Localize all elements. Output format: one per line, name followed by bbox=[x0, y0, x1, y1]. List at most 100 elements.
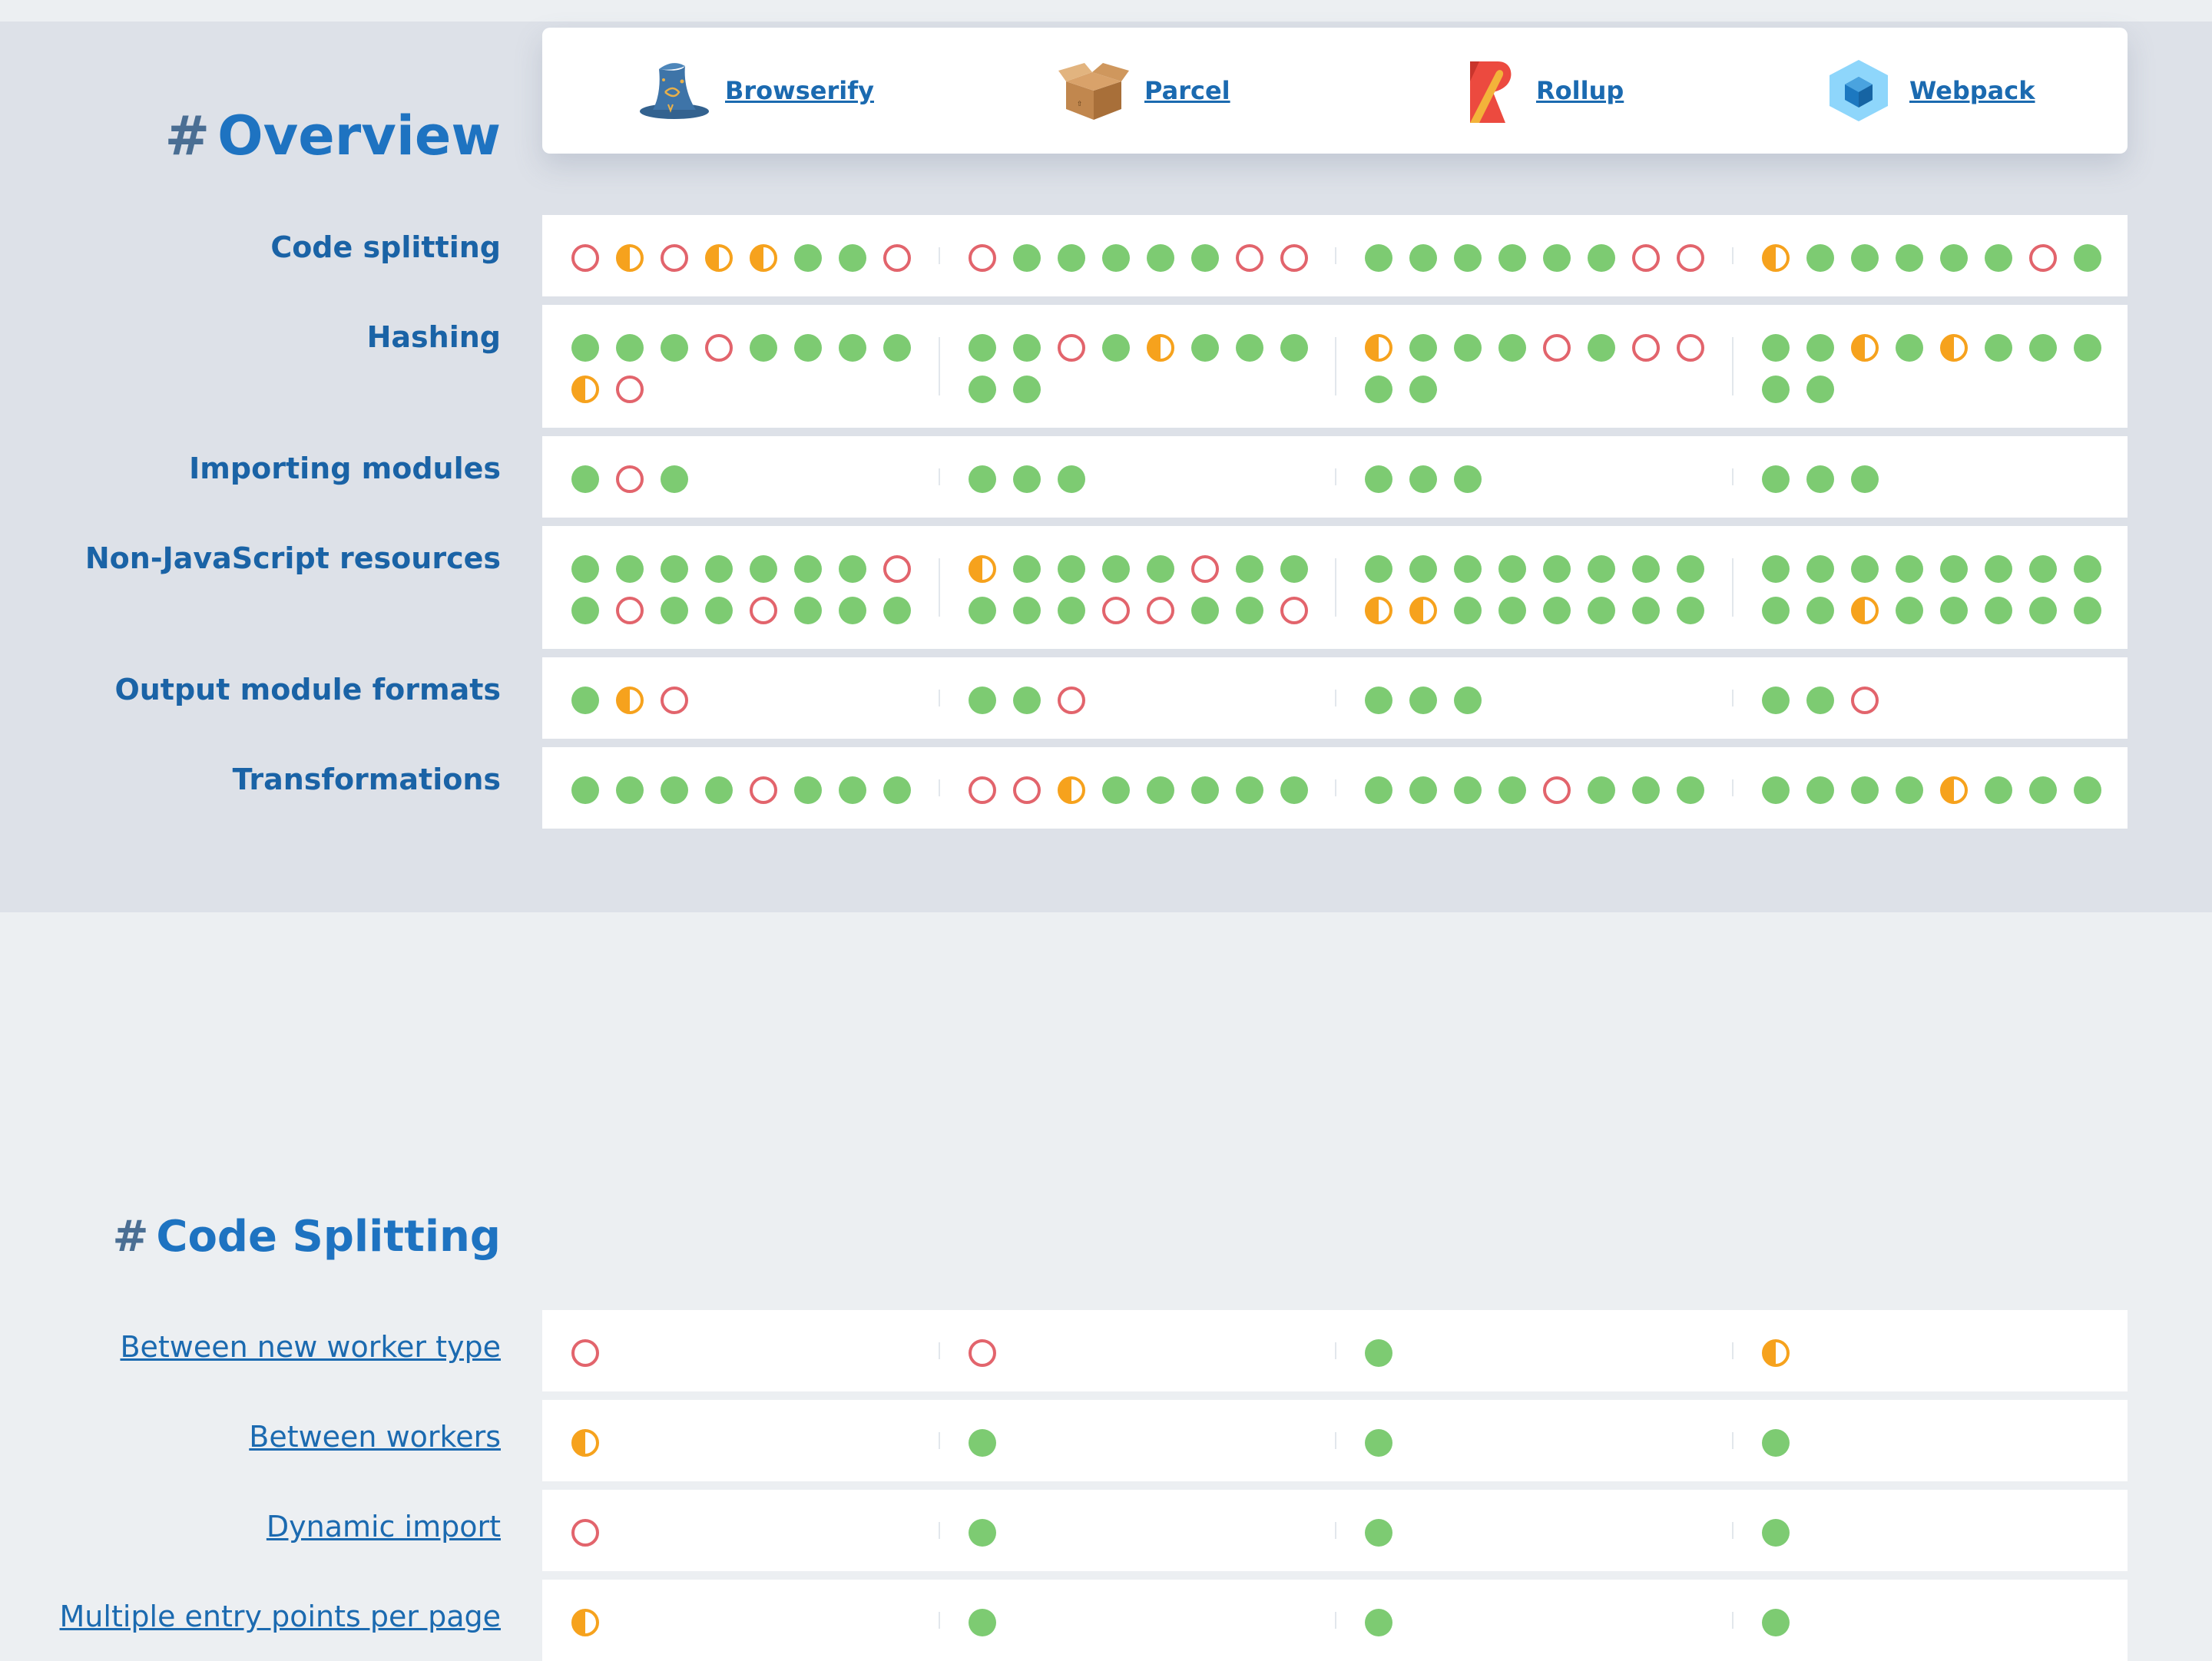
support-full-icon[interactable] bbox=[1677, 555, 1704, 583]
support-full-icon[interactable] bbox=[1409, 555, 1437, 583]
support-full-icon[interactable] bbox=[1058, 597, 1085, 624]
support-full-icon[interactable] bbox=[1806, 776, 1834, 804]
support-full-icon[interactable] bbox=[1588, 244, 1615, 272]
support-full-icon[interactable] bbox=[2029, 597, 2057, 624]
support-full-icon[interactable] bbox=[661, 597, 688, 624]
support-full-icon[interactable] bbox=[1280, 334, 1308, 362]
support-full-icon[interactable] bbox=[1102, 334, 1130, 362]
support-full-icon[interactable] bbox=[1013, 597, 1041, 624]
support-none-icon[interactable] bbox=[1236, 244, 1263, 272]
support-none-icon[interactable] bbox=[2029, 244, 2057, 272]
support-full-icon[interactable] bbox=[1365, 1429, 1392, 1457]
support-partial-icon[interactable] bbox=[1365, 597, 1392, 624]
support-none-icon[interactable] bbox=[1058, 687, 1085, 714]
tool-link-webpack[interactable]: Webpack bbox=[1909, 76, 2035, 105]
support-full-icon[interactable] bbox=[1236, 776, 1263, 804]
support-full-icon[interactable] bbox=[1806, 687, 1834, 714]
support-full-icon[interactable] bbox=[1762, 1519, 1790, 1547]
support-full-icon[interactable] bbox=[1147, 776, 1174, 804]
support-full-icon[interactable] bbox=[883, 776, 911, 804]
support-full-icon[interactable] bbox=[1985, 776, 2012, 804]
support-full-icon[interactable] bbox=[1147, 244, 1174, 272]
support-full-icon[interactable] bbox=[705, 597, 733, 624]
support-full-icon[interactable] bbox=[794, 244, 822, 272]
support-full-icon[interactable] bbox=[1632, 555, 1660, 583]
support-full-icon[interactable] bbox=[969, 376, 996, 403]
support-full-icon[interactable] bbox=[1806, 334, 1834, 362]
support-full-icon[interactable] bbox=[616, 776, 644, 804]
support-partial-icon[interactable] bbox=[705, 244, 733, 272]
support-full-icon[interactable] bbox=[1013, 244, 1041, 272]
support-full-icon[interactable] bbox=[1454, 597, 1482, 624]
support-full-icon[interactable] bbox=[839, 597, 866, 624]
support-none-icon[interactable] bbox=[1013, 776, 1041, 804]
support-none-icon[interactable] bbox=[571, 1519, 599, 1547]
tool-link-rollup[interactable]: Rollup bbox=[1536, 76, 1624, 105]
support-full-icon[interactable] bbox=[571, 334, 599, 362]
support-none-icon[interactable] bbox=[1058, 334, 1085, 362]
support-full-icon[interactable] bbox=[2029, 776, 2057, 804]
row-label-dynamic-import[interactable]: Dynamic import bbox=[267, 1508, 501, 1545]
support-partial-icon[interactable] bbox=[1762, 1339, 1790, 1367]
support-partial-icon[interactable] bbox=[571, 1609, 599, 1636]
support-full-icon[interactable] bbox=[969, 1429, 996, 1457]
support-none-icon[interactable] bbox=[1677, 334, 1704, 362]
support-full-icon[interactable] bbox=[1280, 776, 1308, 804]
support-full-icon[interactable] bbox=[1409, 687, 1437, 714]
support-none-icon[interactable] bbox=[661, 687, 688, 714]
support-full-icon[interactable] bbox=[1677, 597, 1704, 624]
support-full-icon[interactable] bbox=[1147, 555, 1174, 583]
support-full-icon[interactable] bbox=[969, 687, 996, 714]
support-full-icon[interactable] bbox=[1365, 376, 1392, 403]
support-none-icon[interactable] bbox=[883, 244, 911, 272]
support-full-icon[interactable] bbox=[1762, 687, 1790, 714]
support-partial-icon[interactable] bbox=[1851, 334, 1879, 362]
support-full-icon[interactable] bbox=[1191, 776, 1219, 804]
support-full-icon[interactable] bbox=[571, 555, 599, 583]
support-full-icon[interactable] bbox=[1454, 776, 1482, 804]
support-full-icon[interactable] bbox=[750, 555, 777, 583]
support-full-icon[interactable] bbox=[1677, 776, 1704, 804]
support-none-icon[interactable] bbox=[616, 465, 644, 493]
support-none-icon[interactable] bbox=[571, 244, 599, 272]
support-full-icon[interactable] bbox=[1851, 555, 1879, 583]
support-full-icon[interactable] bbox=[839, 555, 866, 583]
tool-link-parcel[interactable]: Parcel bbox=[1144, 76, 1230, 105]
support-full-icon[interactable] bbox=[1806, 376, 1834, 403]
support-none-icon[interactable] bbox=[750, 597, 777, 624]
support-full-icon[interactable] bbox=[1588, 555, 1615, 583]
support-full-icon[interactable] bbox=[1985, 334, 2012, 362]
support-full-icon[interactable] bbox=[1940, 244, 1968, 272]
support-full-icon[interactable] bbox=[1498, 244, 1526, 272]
support-partial-icon[interactable] bbox=[616, 244, 644, 272]
support-full-icon[interactable] bbox=[1454, 244, 1482, 272]
support-full-icon[interactable] bbox=[794, 555, 822, 583]
support-full-icon[interactable] bbox=[661, 776, 688, 804]
support-full-icon[interactable] bbox=[2074, 555, 2101, 583]
support-full-icon[interactable] bbox=[1985, 244, 2012, 272]
support-none-icon[interactable] bbox=[1280, 597, 1308, 624]
support-full-icon[interactable] bbox=[1762, 776, 1790, 804]
support-partial-icon[interactable] bbox=[1365, 334, 1392, 362]
support-full-icon[interactable] bbox=[1632, 776, 1660, 804]
support-full-icon[interactable] bbox=[1058, 465, 1085, 493]
support-partial-icon[interactable] bbox=[571, 1429, 599, 1457]
support-full-icon[interactable] bbox=[1013, 376, 1041, 403]
support-full-icon[interactable] bbox=[2074, 244, 2101, 272]
support-full-icon[interactable] bbox=[661, 465, 688, 493]
support-full-icon[interactable] bbox=[571, 687, 599, 714]
support-full-icon[interactable] bbox=[1940, 597, 1968, 624]
support-full-icon[interactable] bbox=[750, 334, 777, 362]
support-full-icon[interactable] bbox=[1762, 334, 1790, 362]
support-full-icon[interactable] bbox=[1013, 334, 1041, 362]
support-full-icon[interactable] bbox=[2074, 334, 2101, 362]
support-full-icon[interactable] bbox=[1102, 776, 1130, 804]
row-label-between-new-worker-type[interactable]: Between new worker type bbox=[120, 1328, 501, 1365]
support-none-icon[interactable] bbox=[571, 1339, 599, 1367]
support-full-icon[interactable] bbox=[705, 776, 733, 804]
support-full-icon[interactable] bbox=[1498, 555, 1526, 583]
support-full-icon[interactable] bbox=[1588, 776, 1615, 804]
support-full-icon[interactable] bbox=[1851, 776, 1879, 804]
support-full-icon[interactable] bbox=[661, 334, 688, 362]
support-partial-icon[interactable] bbox=[616, 687, 644, 714]
